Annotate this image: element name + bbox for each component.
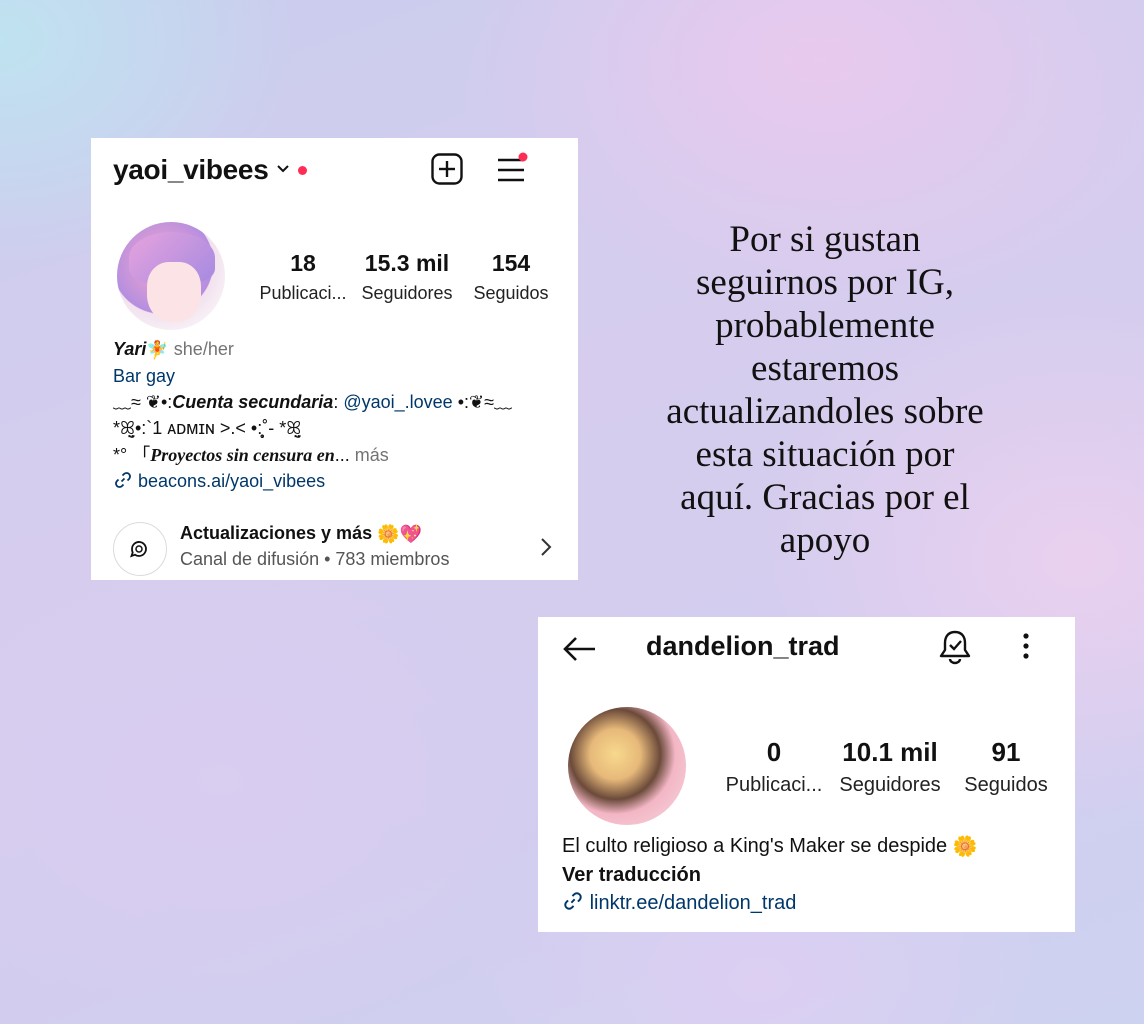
- link-icon: [113, 471, 138, 491]
- stat-label: Seguidores: [361, 283, 453, 303]
- flower-emoji: 🌼: [377, 523, 400, 544]
- avatar[interactable]: [117, 222, 225, 330]
- website-link[interactable]: linktr.ee/dandelion_trad: [590, 892, 797, 914]
- profile-card-dandelion-trad: dandelion_trad 0 Publicaci... 10.1 mil S…: [538, 617, 1075, 932]
- bio-link[interactable]: linktr.ee/dandelion_trad: [562, 889, 1061, 917]
- fairy-emoji: 🧚: [146, 340, 169, 361]
- profile-username: dandelion_trad: [646, 631, 840, 661]
- ellipsis: ...: [334, 444, 350, 465]
- bio-name-line: Yari🧚 she/her: [113, 336, 564, 363]
- bio-admin-line: *ꕤ̤̮•:`1 ᴀᴅᴍɪɴ >.< •:̥̩̥˚- *ꕤ̤̮: [113, 418, 302, 439]
- stat-value: 18: [290, 250, 316, 276]
- profile-stats: 0 Publicaci... 10.1 mil Seguidores 91 Se…: [716, 737, 1064, 797]
- avatar-face: [147, 262, 201, 322]
- pronouns: she/her: [173, 339, 234, 359]
- bio-bold-text: Cuenta secundaria: [172, 392, 334, 413]
- broadcast-channel-row[interactable]: Actualizaciones y más 🌼💖 Canal de difusi…: [113, 520, 556, 576]
- stat-label: Publicaci...: [725, 774, 823, 796]
- heart-emoji: 💖: [399, 523, 422, 544]
- message-line: Por si gustan: [729, 219, 921, 260]
- broadcast-channel-icon: [113, 522, 167, 576]
- back-arrow-icon[interactable]: [562, 635, 598, 663]
- stat-value: 10.1 mil: [842, 737, 938, 767]
- bio-deco: •:❦≈﹏: [452, 392, 512, 413]
- stat-value: 15.3 mil: [364, 250, 450, 276]
- notification-dot-icon: [298, 165, 308, 175]
- chevron-down-icon[interactable]: [276, 162, 290, 178]
- stat-value: 154: [491, 250, 531, 276]
- bio-colon: :: [333, 392, 344, 413]
- avatar[interactable]: [568, 707, 686, 825]
- profile-bio: Yari🧚 she/her Bar gay ﹏≈ ❦•:Cuenta secun…: [113, 336, 564, 494]
- bio-link[interactable]: beacons.ai/yaoi_vibees: [113, 468, 564, 494]
- bio-deco: ﹏≈ ❦•:: [113, 392, 173, 413]
- menu-icon[interactable]: [496, 152, 528, 186]
- stat-posts[interactable]: 0 Publicaci...: [716, 737, 832, 797]
- category-label: Bar gay: [113, 366, 176, 387]
- account-switcher-username[interactable]: yaoi_vibees: [113, 154, 269, 186]
- bio-projects-line: *° 「Proyectos sin censura en... más: [113, 442, 564, 468]
- see-translation-button[interactable]: Ver traducción: [562, 861, 1061, 889]
- stat-label: Seguidos: [473, 283, 549, 303]
- stat-following[interactable]: 154 Seguidos: [459, 250, 563, 304]
- flower-emoji: 🌼: [952, 835, 978, 858]
- bell-check-icon[interactable]: [938, 629, 972, 665]
- stat-value: 91: [991, 737, 1021, 767]
- bio-bold-text: Proyectos sin censura en: [150, 444, 335, 465]
- bio-deco: *° 「: [113, 444, 151, 465]
- stat-following[interactable]: 91 Seguidos: [948, 737, 1064, 797]
- message-line: actualizandoles sobre: [666, 391, 984, 432]
- stat-followers[interactable]: 10.1 mil Seguidores: [832, 737, 948, 797]
- profile-card-yaoi-vibees: yaoi_vibees 18 Publicaci... 15.3 mil Seg…: [91, 138, 578, 580]
- stat-posts[interactable]: 18 Publicaci...: [251, 250, 355, 304]
- stat-label: Publicaci...: [259, 283, 347, 303]
- promo-message: Por si gustan seguirnos por IG, probable…: [630, 218, 1020, 562]
- channel-title: Actualizaciones y más 🌼💖: [180, 523, 422, 545]
- new-post-icon[interactable]: [430, 152, 464, 186]
- bio-text-line: El culto religioso a King's Maker se des…: [562, 832, 1061, 861]
- profile-bio: El culto religioso a King's Maker se des…: [562, 832, 1061, 917]
- stat-label: Seguidores: [839, 774, 941, 796]
- bio-text: El culto religioso a King's Maker se des…: [562, 835, 948, 857]
- link-icon: [562, 892, 590, 914]
- channel-title-text: Actualizaciones y más: [180, 523, 373, 543]
- message-line: esta situación por: [695, 434, 955, 475]
- more-vertical-icon[interactable]: [1016, 631, 1036, 661]
- message-line: apoyo: [779, 520, 871, 561]
- bio-line-secondary-account: ﹏≈ ❦•:Cuenta secundaria: @yaoi_.lovee •:…: [113, 389, 564, 415]
- channel-subtitle: Canal de difusión • 783 miembros: [180, 549, 450, 569]
- chevron-right-icon[interactable]: [538, 536, 554, 558]
- profile-header: yaoi_vibees: [113, 152, 556, 188]
- more-button[interactable]: más: [350, 445, 389, 465]
- display-name: Yari: [113, 339, 147, 359]
- message-line: probablemente: [715, 305, 935, 346]
- profile-stats: 18 Publicaci... 15.3 mil Seguidores 154 …: [251, 250, 563, 304]
- stat-label: Seguidos: [964, 774, 1048, 796]
- website-link[interactable]: beacons.ai/yaoi_vibees: [138, 471, 325, 491]
- message-line: seguirnos por IG,: [696, 262, 954, 303]
- mention-link[interactable]: @yaoi_.lovee: [343, 392, 452, 412]
- stat-followers[interactable]: 15.3 mil Seguidores: [355, 250, 459, 304]
- message-line: estaremos: [751, 348, 899, 389]
- message-line: aquí. Gracias por el: [680, 477, 970, 518]
- stat-value: 0: [766, 737, 782, 767]
